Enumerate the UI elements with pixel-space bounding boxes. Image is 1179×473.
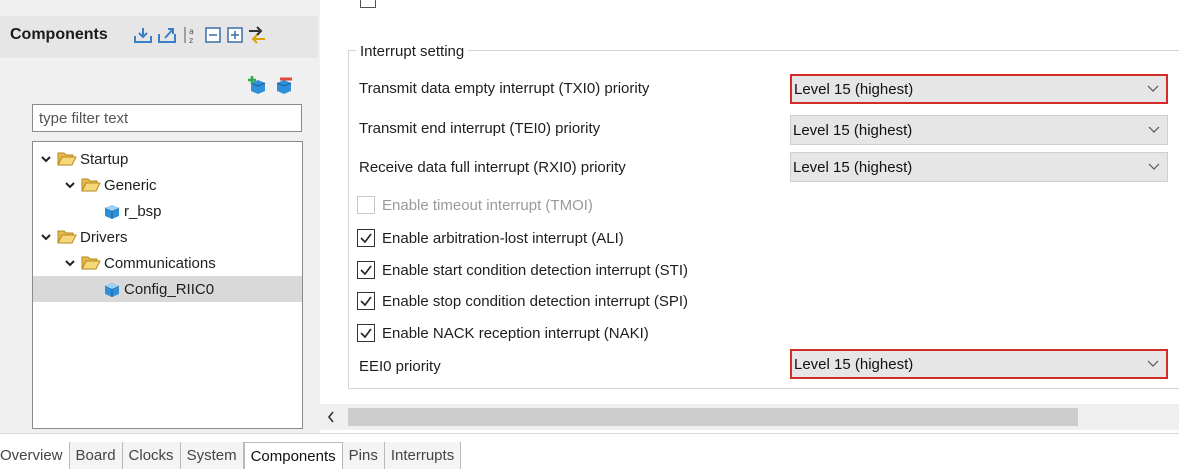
- tree-item-label: r_bsp: [124, 202, 162, 220]
- chevron-down-icon[interactable]: [63, 178, 77, 192]
- cut-off-row: [320, 0, 1179, 24]
- tree-item-label: Communications: [104, 254, 216, 272]
- tab-system[interactable]: System: [180, 442, 244, 469]
- tmoi-checkbox-row: Enable timeout interrupt (TMOI): [357, 194, 593, 216]
- tree-item-label: Config_RIIC0: [124, 280, 215, 298]
- chevron-down-icon: [1140, 360, 1166, 368]
- ali-label: Enable arbitration-lost interrupt (ALI): [382, 229, 624, 247]
- tab-interrupts[interactable]: Interrupts: [384, 442, 462, 469]
- spi-checkbox[interactable]: [357, 292, 375, 310]
- naki-label: Enable NACK reception interrupt (NAKI): [382, 324, 649, 342]
- tab-overview[interactable]: Overview: [0, 442, 70, 469]
- chevron-down-icon: [1141, 163, 1167, 171]
- link-with-editor-icon[interactable]: [246, 24, 268, 46]
- tab-components[interactable]: Components: [243, 442, 343, 469]
- add-component-icon[interactable]: [247, 75, 267, 95]
- component-tree[interactable]: Startup Generic r_bsp Drivers Communicat…: [32, 141, 303, 429]
- select-value: Level 15 (highest): [794, 80, 914, 98]
- import-component-icon[interactable]: [132, 24, 154, 46]
- export-component-icon[interactable]: [156, 24, 178, 46]
- horizontal-scrollbar[interactable]: [320, 404, 1179, 430]
- chevron-down-icon[interactable]: [39, 152, 53, 166]
- component-cube-icon: [103, 280, 121, 298]
- sti-checkbox-row[interactable]: Enable start condition detection interru…: [357, 259, 688, 281]
- naki-checkbox-row[interactable]: Enable NACK reception interrupt (NAKI): [357, 322, 649, 344]
- tree-item-label: Generic: [104, 176, 157, 194]
- chevron-down-icon[interactable]: [63, 256, 77, 270]
- ali-checkbox-row[interactable]: Enable arbitration-lost interrupt (ALI): [357, 227, 624, 249]
- sort-az-icon[interactable]: az: [180, 24, 202, 46]
- editor-tab-bar: Overview Board Clocks System Components …: [0, 433, 1179, 473]
- select-value: Level 15 (highest): [794, 355, 914, 373]
- checkmark-icon: [360, 328, 372, 339]
- folder-open-icon: [81, 177, 101, 193]
- tree-item-config-riic0[interactable]: Config_RIIC0: [33, 276, 302, 302]
- ali-checkbox[interactable]: [357, 229, 375, 247]
- scroll-left-icon[interactable]: [320, 404, 342, 430]
- scrollbar-thumb[interactable]: [348, 408, 1078, 426]
- eei-priority-label: EEI0 priority: [359, 358, 441, 375]
- select-value: Level 15 (highest): [793, 121, 913, 139]
- sti-label: Enable start condition detection interru…: [382, 261, 688, 279]
- tab-pins[interactable]: Pins: [342, 442, 385, 469]
- remove-component-icon[interactable]: [274, 75, 294, 95]
- select-value: Level 15 (highest): [793, 158, 913, 176]
- tree-item-drivers[interactable]: Drivers: [33, 224, 302, 250]
- folder-open-icon: [57, 151, 77, 167]
- components-title: Components: [10, 26, 108, 43]
- spi-label: Enable stop condition detection interrup…: [382, 292, 689, 310]
- collapse-all-icon[interactable]: [202, 24, 224, 46]
- checkmark-icon: [360, 296, 372, 307]
- group-title: Interrupt setting: [356, 43, 469, 60]
- eei-priority-select[interactable]: Level 15 (highest): [790, 349, 1168, 379]
- components-header: Components az: [0, 16, 318, 58]
- svg-text:a: a: [189, 27, 194, 36]
- folder-open-icon: [81, 255, 101, 271]
- tree-item-label: Drivers: [80, 228, 128, 246]
- tab-board[interactable]: Board: [69, 442, 123, 469]
- checkmark-icon: [360, 233, 372, 244]
- spi-checkbox-row[interactable]: Enable stop condition detection interrup…: [357, 290, 688, 312]
- checkmark-icon: [360, 265, 372, 276]
- rxi-priority-select[interactable]: Level 15 (highest): [790, 152, 1168, 182]
- sti-checkbox[interactable]: [357, 261, 375, 279]
- tei-priority-select[interactable]: Level 15 (highest): [790, 115, 1168, 145]
- svg-text:z: z: [189, 36, 193, 45]
- tab-clocks[interactable]: Clocks: [122, 442, 181, 469]
- tmoi-label: Enable timeout interrupt (TMOI): [382, 196, 593, 214]
- components-panel: Components az type filter text Startup G…: [0, 0, 320, 433]
- tree-item-r-bsp[interactable]: r_bsp: [33, 198, 302, 224]
- chevron-down-icon: [1140, 85, 1166, 93]
- tei-priority-label: Transmit end interrupt (TEI0) priority: [359, 120, 601, 137]
- configuration-panel: Interrupt setting Transmit data empty in…: [320, 0, 1179, 433]
- txi-priority-select[interactable]: Level 15 (highest): [790, 74, 1168, 104]
- naki-checkbox[interactable]: [357, 324, 375, 342]
- tmoi-checkbox: [357, 196, 375, 214]
- filter-input[interactable]: [32, 104, 302, 132]
- tree-item-label: Startup: [80, 150, 129, 168]
- expand-all-icon[interactable]: [224, 24, 246, 46]
- rxi-priority-label: Receive data full interrupt (RXI0) prior…: [359, 159, 626, 176]
- txi-priority-label: Transmit data empty interrupt (TXI0) pri…: [359, 80, 650, 97]
- folder-open-icon: [57, 229, 77, 245]
- chevron-down-icon: [1141, 126, 1167, 134]
- cut-off-checkbox[interactable]: [360, 0, 376, 8]
- tree-item-generic[interactable]: Generic: [33, 172, 302, 198]
- chevron-down-icon[interactable]: [39, 230, 53, 244]
- tree-item-startup[interactable]: Startup: [33, 146, 302, 172]
- tree-item-communications[interactable]: Communications: [33, 250, 302, 276]
- component-cube-icon: [103, 202, 121, 220]
